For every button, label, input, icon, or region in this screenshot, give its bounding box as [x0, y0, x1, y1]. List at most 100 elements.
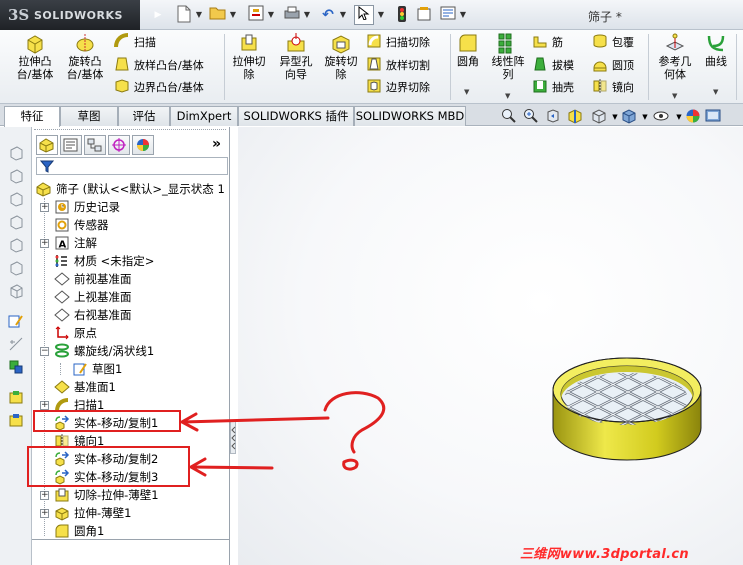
- smart-dimension-icon[interactable]: [8, 336, 24, 352]
- panel-splitter[interactable]: [230, 127, 238, 565]
- front-view-icon[interactable]: [8, 145, 24, 161]
- boundary-boss-button[interactable]: 边界凸台/基体: [114, 78, 204, 98]
- tree-item-sensors[interactable]: 传感器: [32, 216, 230, 234]
- select-icon[interactable]: [354, 5, 374, 25]
- wrap-button[interactable]: 包覆: [592, 33, 634, 53]
- bottom-view-icon[interactable]: [8, 237, 24, 253]
- hide-show-items-icon[interactable]: [652, 108, 670, 126]
- section-view-icon[interactable]: [566, 108, 584, 126]
- expand-toggle-icon[interactable]: +: [40, 491, 49, 500]
- new-dropdown-icon[interactable]: ▼: [194, 5, 204, 25]
- tree-item-extrude-thin1[interactable]: + 拉伸-薄壁1: [32, 504, 230, 522]
- tree-item-sketch1[interactable]: 草图1: [32, 360, 230, 378]
- graphics-area[interactable]: [238, 127, 743, 565]
- fillet-button[interactable]: 圆角: [454, 32, 482, 68]
- sweep-button[interactable]: 扫描: [114, 33, 156, 53]
- reference-geometry-button[interactable]: 参考几 何体: [654, 32, 696, 81]
- tree-item-material[interactable]: 材质 <未指定>: [32, 252, 230, 270]
- print-icon[interactable]: [282, 5, 302, 25]
- expand-toggle-icon[interactable]: +: [40, 239, 49, 248]
- sketch-tool-icon[interactable]: [8, 313, 24, 329]
- tree-item-top-plane[interactable]: 上视基准面: [32, 288, 230, 306]
- rebuild-icon[interactable]: [392, 5, 412, 25]
- file-properties-icon[interactable]: [246, 5, 266, 25]
- open-icon[interactable]: [208, 5, 228, 25]
- appearance-icon[interactable]: [684, 108, 702, 126]
- right-view-icon[interactable]: [8, 191, 24, 207]
- curves-button[interactable]: 曲线: [700, 32, 732, 68]
- tree-item-plane1[interactable]: 基准面1: [32, 378, 230, 396]
- feature-tool2-icon[interactable]: [8, 412, 24, 428]
- shell-button[interactable]: 抽壳: [532, 78, 574, 98]
- extrude-cut-button[interactable]: 拉伸切 除: [228, 32, 270, 81]
- tab-solidworks-addins[interactable]: SOLIDWORKS 插件: [238, 106, 354, 126]
- tab-feature-tree[interactable]: [36, 135, 58, 155]
- expand-toggle-icon[interactable]: +: [40, 401, 49, 410]
- tab-sketch[interactable]: 草图: [60, 106, 118, 126]
- tab-property-manager[interactable]: [60, 135, 82, 155]
- reference-geometry-dropdown-icon[interactable]: ▼: [672, 92, 677, 100]
- undo-icon[interactable]: ↶: [318, 5, 338, 25]
- new-document-icon[interactable]: [174, 5, 194, 25]
- extrude-boss-button[interactable]: 拉伸凸 台/基体: [14, 32, 56, 81]
- open-dropdown-icon[interactable]: ▼: [228, 5, 238, 25]
- customize-icon[interactable]: [438, 5, 458, 25]
- tree-item-history[interactable]: + 历史记录: [32, 198, 230, 216]
- select-dropdown-icon[interactable]: ▼: [376, 5, 386, 25]
- left-view-icon[interactable]: [8, 260, 24, 276]
- feature-tool-icon[interactable]: [8, 389, 24, 405]
- logo-menu-arrow-icon[interactable]: ▶: [148, 5, 168, 25]
- boundary-cut-button[interactable]: 边界切除: [366, 78, 430, 98]
- revolve-boss-button[interactable]: 旋转凸 台/基体: [64, 32, 106, 81]
- mirror-button[interactable]: 镜向: [592, 78, 634, 98]
- tab-dimxpert-manager[interactable]: [108, 135, 130, 155]
- tree-root-part[interactable]: 筛子 (默认<<默认>_显示状态 1: [32, 180, 230, 198]
- dome-button[interactable]: 圆顶: [592, 56, 634, 76]
- expand-toggle-icon[interactable]: −: [40, 347, 49, 356]
- draft-button[interactable]: 拔模: [532, 56, 574, 76]
- revolve-cut-button[interactable]: 旋转切 除: [320, 32, 362, 81]
- expand-panel-icon[interactable]: »: [212, 136, 221, 152]
- tab-features[interactable]: 特征: [4, 106, 60, 127]
- zoom-to-fit-icon[interactable]: [500, 108, 518, 126]
- lofted-cut-button[interactable]: 放样切割: [366, 56, 430, 76]
- linear-pattern-dropdown-icon[interactable]: ▼: [505, 92, 510, 100]
- tab-solidworks-mbd[interactable]: SOLIDWORKS MBD: [354, 106, 466, 126]
- tab-evaluate[interactable]: 评估: [118, 106, 170, 126]
- tree-item-cut-extrude-thin1[interactable]: + 切除-拉伸-薄壁1: [32, 486, 230, 504]
- previous-view-icon[interactable]: [544, 108, 562, 126]
- app-logo[interactable]: 3S SOLIDWORKS: [0, 0, 140, 30]
- options-icon[interactable]: [414, 5, 434, 25]
- isometric-view-icon[interactable]: [8, 283, 24, 299]
- rib-button[interactable]: 筋: [532, 33, 563, 53]
- expand-toggle-icon[interactable]: +: [40, 509, 49, 518]
- fillet-dropdown-icon[interactable]: ▼: [464, 88, 469, 96]
- file-properties-dropdown-icon[interactable]: ▼: [266, 5, 276, 25]
- panel-grip[interactable]: [34, 129, 226, 131]
- swept-cut-button[interactable]: 扫描切除: [366, 33, 430, 53]
- tree-item-annotations[interactable]: + A 注解: [32, 234, 230, 252]
- tree-item-fillet1[interactable]: 圆角1: [32, 522, 230, 540]
- splitter-collapse-handle[interactable]: [230, 420, 236, 454]
- undo-dropdown-icon[interactable]: ▼: [338, 5, 348, 25]
- relations-icon[interactable]: [8, 359, 24, 375]
- tree-item-front-plane[interactable]: 前视基准面: [32, 270, 230, 288]
- print-dropdown-icon[interactable]: ▼: [302, 5, 312, 25]
- tab-dimxpert[interactable]: DimXpert: [170, 106, 238, 126]
- hole-wizard-button[interactable]: 异型孔 向导: [274, 32, 318, 81]
- curves-dropdown-icon[interactable]: ▼: [713, 88, 718, 96]
- tab-configuration-manager[interactable]: [84, 135, 106, 155]
- top-view-icon[interactable]: [8, 168, 24, 184]
- tab-display-manager[interactable]: [132, 135, 154, 155]
- expand-toggle-icon[interactable]: +: [40, 203, 49, 212]
- tree-item-helix[interactable]: − 螺旋线/涡状线1: [32, 342, 230, 360]
- zoom-to-area-icon[interactable]: [522, 108, 540, 126]
- tree-item-origin[interactable]: 原点: [32, 324, 230, 342]
- tree-item-right-plane[interactable]: 右视基准面: [32, 306, 230, 324]
- customize-dropdown-icon[interactable]: ▼: [458, 5, 468, 25]
- tree-filter-input[interactable]: [36, 157, 228, 175]
- display-settings-icon[interactable]: [704, 108, 722, 126]
- linear-pattern-button[interactable]: 线性阵 列: [486, 32, 530, 81]
- loft-boss-button[interactable]: 放样凸台/基体: [114, 56, 204, 76]
- back-view-icon[interactable]: [8, 214, 24, 230]
